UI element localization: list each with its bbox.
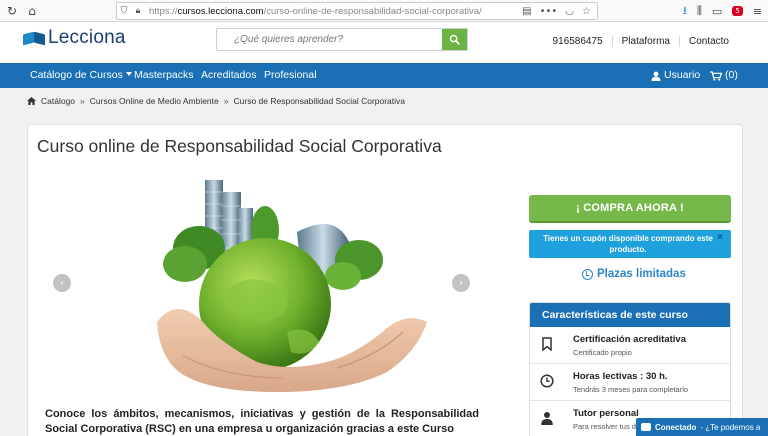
nav-masterpacks[interactable]: Masterpacks [134,63,194,88]
feature-title: Tutor personal [573,408,639,419]
reload-icon[interactable]: ↻ [2,0,22,22]
nav-catalog-label: Catálogo de Cursos [30,69,123,81]
page-title: Curso online de Responsabilidad Social C… [37,136,442,156]
logo-text: Lecciona [48,27,126,48]
nav-user[interactable]: Usuario [651,63,700,88]
home-icon [27,97,36,105]
phone-number[interactable]: 916586475 [544,36,612,47]
download-icon[interactable]: ⭳ [683,2,687,21]
contact-link[interactable]: Contacto [678,36,738,47]
feature-subtitle: Tendrás 3 meses para completarlo [573,385,689,394]
search-bar: ¿Qué quieres aprender? [216,28,468,51]
breadcrumb: Catálogo » Cursos Online de Medio Ambien… [27,96,405,106]
url-prefix: https:// [149,5,178,17]
breadcrumb-home[interactable]: Catálogo [41,96,75,106]
feature-subtitle: Certificado propio [573,348,632,357]
search-icon [449,34,460,45]
caret-down-icon [125,72,132,76]
address-bar[interactable]: ⛉ 🔒︎ https:// cursos.lecciona.com /curso… [116,2,598,20]
breadcrumb-category[interactable]: Cursos Online de Medio Ambiente [90,96,219,106]
feature-item: Certificación acreditativa Certificado p… [530,327,730,364]
breadcrumb-separator: » [223,96,229,106]
course-features-panel: Características de este curso Certificac… [529,302,731,436]
carousel-next-button[interactable]: › [452,274,470,292]
feature-title: Certificación acreditativa [573,334,686,345]
home-icon[interactable]: ⌂ [22,0,42,22]
limited-places-label: Plazas limitadas [597,268,686,280]
breadcrumb-current: Curso de Responsabilidad Social Corporat… [233,96,406,106]
reader-view-icon[interactable]: ▤ [522,6,531,17]
user-icon [541,412,553,425]
buy-now-button[interactable]: ¡ COMPRA AHORA ! [529,195,731,223]
url-host: cursos.lecciona.com [177,5,264,17]
main-nav: Catálogo de Cursos Masterpacks Acreditad… [0,63,768,88]
close-icon[interactable]: × [717,232,723,243]
bookmark-icon [542,337,552,351]
limited-places: Plazas limitadas [582,268,686,280]
feature-item: Horas lectivas : 30 h. Tendrás 3 meses p… [530,364,730,401]
extension-badge[interactable]: 5 [732,6,743,16]
breadcrumb-separator: » [80,96,85,106]
clock-icon [540,374,554,388]
logo[interactable]: Lecciona [23,27,126,48]
live-chat-widget[interactable]: Conectado - ¿Te podemos a [636,418,768,436]
features-title: Características de este curso [530,303,730,327]
url-path: /curso-online-de-responsabilidad-social-… [263,5,482,17]
book-icon [23,31,45,45]
menu-icon[interactable]: ≡ [753,5,762,18]
chat-bubble-icon [641,423,651,431]
site-header: Lecciona ¿Qué quieres aprender? 91658647… [0,22,768,63]
nav-catalog[interactable]: Catálogo de Cursos [30,63,132,88]
sidebar-icon[interactable]: ▭ [712,5,722,18]
cart-count: (0) [725,69,738,81]
platform-link[interactable]: Plataforma [611,36,679,47]
feature-title: Horas lectivas : 30 h. [573,371,668,382]
chat-message: - ¿Te podemos a [700,422,761,432]
lock-icon[interactable]: 🔒︎ [131,6,145,16]
bookmark-star-icon[interactable]: ☆ [582,6,591,17]
search-input[interactable]: ¿Qué quieres aprender? [217,29,442,50]
shield-icon[interactable]: ⛉ [117,6,131,16]
nav-professional[interactable]: Profesional [264,63,317,88]
chat-status: Conectado [655,422,697,432]
coupon-text: Tienes un cupón disponible comprando est… [543,234,713,254]
clock-icon [582,268,593,280]
nav-cart[interactable]: (0) [710,63,738,88]
library-icon[interactable]: ⫼ [697,4,702,18]
user-icon [651,71,661,81]
cart-icon [710,70,722,81]
course-image [87,172,439,392]
nav-accredited[interactable]: Acreditados [201,63,256,88]
course-description: Conoce los ámbitos, mecanismos, iniciati… [45,408,479,435]
nav-user-label: Usuario [664,69,701,81]
browser-toolbar: ↻ ⌂ ⛉ 🔒︎ https:// cursos.lecciona.com /c… [0,0,768,22]
feature-subtitle: Para resolver tus d [573,422,636,431]
pocket-icon[interactable]: ◡ [565,6,574,17]
search-button[interactable] [442,29,467,50]
coupon-alert: Tienes un cupón disponible comprando est… [529,230,731,258]
carousel-prev-button[interactable]: ‹ [53,274,71,292]
more-icon[interactable]: ••• [540,6,558,17]
